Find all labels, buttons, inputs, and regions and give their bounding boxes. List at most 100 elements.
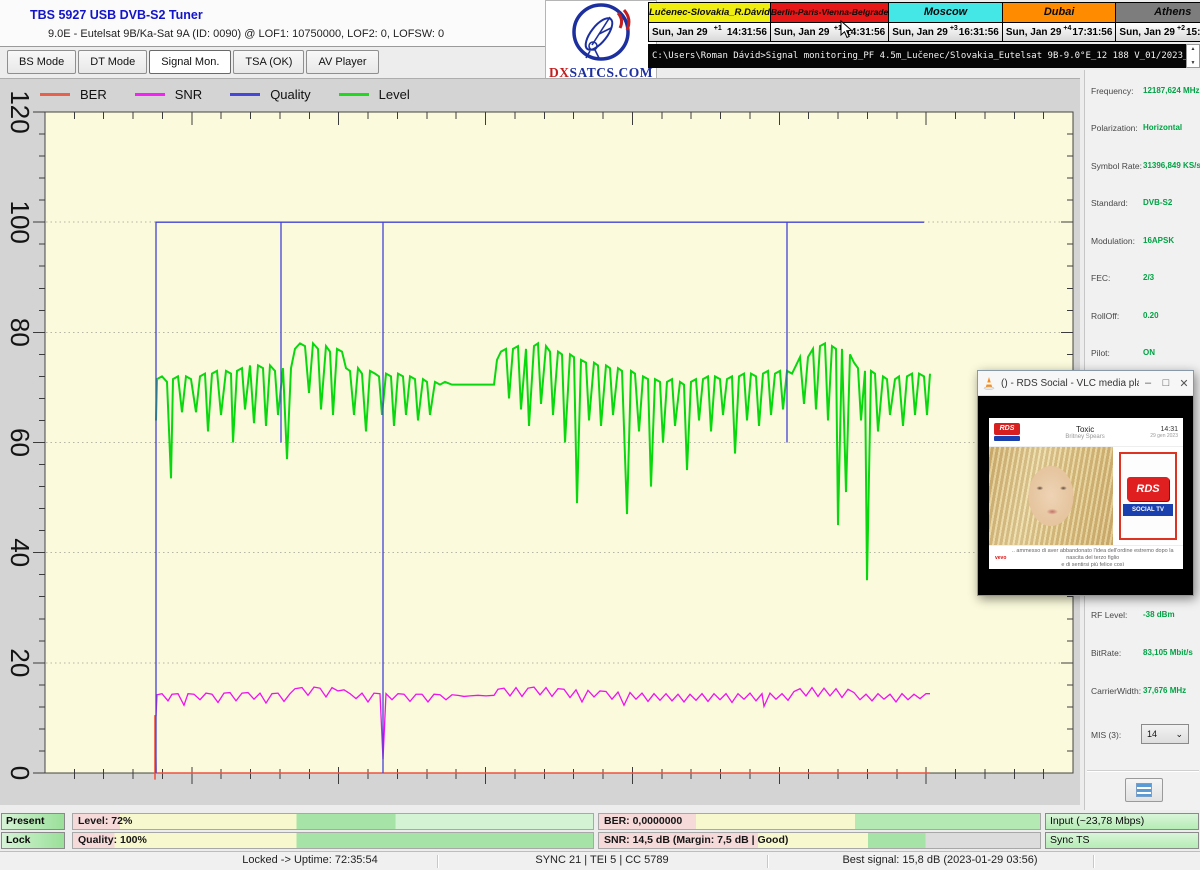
tab-dt-mode[interactable]: DT Mode [78, 50, 147, 74]
close-button[interactable]: ✕ [1175, 377, 1193, 390]
level-gauge: Level: 72% [72, 813, 594, 830]
legend-quality: Quality [230, 87, 310, 102]
clock-city-label: Athens [1116, 3, 1200, 23]
param-value: ON [1143, 348, 1155, 357]
param-value: 31396,849 KS/s [1143, 161, 1200, 170]
gauge-row-1: Present Level: 72% BER: 0,0000000 Input … [0, 813, 1200, 830]
level-line-swatch [339, 93, 369, 96]
clock-date: Sun, Jan 29 [1119, 27, 1175, 38]
best-signal-status: Best signal: 15,8 dB (2023-01-29 03:56) [842, 854, 1037, 866]
present-indicator: Present [1, 813, 65, 830]
song-title: Toxic [1020, 425, 1150, 434]
minimize-button[interactable]: – [1139, 377, 1157, 389]
chart-legend: BER SNR Quality Level [40, 82, 438, 106]
param-label: Modulation: [1091, 236, 1135, 246]
tab-av-player[interactable]: AV Player [306, 50, 378, 74]
svg-text:40: 40 [5, 538, 35, 567]
satellite-dish-icon [566, 1, 636, 63]
sync-ts-indicator: Sync TS [1045, 832, 1199, 849]
tab-tsa[interactable]: TSA (OK) [233, 50, 304, 74]
lock-indicator: Lock [1, 832, 65, 849]
param-label: CarrierWidth: [1091, 686, 1141, 696]
rds-social-tv-logo: RDS SOCIAL TV [1119, 452, 1177, 540]
param-value: -38 dBm [1143, 610, 1175, 619]
clock-berlin: Berlin-Paris-Vienna-Belgrade Sun, Jan 29… [770, 2, 889, 42]
clock-athens: Athens Sun, Jan 29+215:31:56 [1115, 2, 1200, 42]
clock-utc-offset: +3 [950, 25, 958, 32]
app-window: TBS 5927 USB DVB-S2 Tuner 9.0E - Eutelsa… [0, 0, 1200, 870]
clock-lucenec: Lučenec-Slovakia_R.Dávid Sun, Jan 29+114… [648, 2, 771, 42]
param-label: RollOff: [1091, 311, 1119, 321]
stream-list-button[interactable] [1125, 778, 1163, 802]
clock-utc-offset: +4 [1063, 25, 1071, 32]
param-label: Frequency: [1091, 86, 1134, 96]
snr-gauge: SNR: 14,5 dB (Margin: 7,5 dB | Good) [598, 832, 1041, 849]
input-rate-indicator: Input (~23,78 Mbps) [1045, 813, 1199, 830]
param-label: Standard: [1091, 198, 1128, 208]
video-date: 29 gen 2023 [1150, 433, 1178, 439]
clock-time: 17:31:56 [1072, 27, 1112, 38]
clock-dubai: Dubai Sun, Jan 29+417:31:56 [1002, 2, 1117, 42]
tab-bs-mode[interactable]: BS Mode [7, 50, 76, 74]
tab-signal-mon[interactable]: Signal Mon. [149, 50, 231, 74]
chevron-down-icon: ⌄ [1175, 729, 1183, 740]
quality-line-swatch [230, 93, 260, 96]
svg-text:80: 80 [5, 318, 35, 347]
music-video-still [989, 447, 1113, 545]
param-label: BitRate: [1091, 648, 1121, 658]
mode-tabs: BS Mode DT Mode Signal Mon. TSA (OK) AV … [7, 50, 379, 74]
param-label: Polarization: [1091, 123, 1138, 133]
param-value: 16APSK [1143, 236, 1174, 245]
clock-time: 15:31:56 [1186, 27, 1200, 38]
rds-channel-logo: RDS [994, 423, 1020, 441]
param-label: RF Level: [1091, 610, 1127, 620]
vlc-window-title: () - RDS Social - VLC media player [1001, 378, 1139, 389]
maximize-button[interactable]: □ [1157, 377, 1175, 389]
app-title: TBS 5927 USB DVB-S2 Tuner [30, 8, 203, 22]
vlc-video-frame[interactable]: RDS Toxic Britney Spears 14:31 29 gen 20… [989, 418, 1183, 569]
console-scrollbar[interactable]: ▲ ▼ [1186, 44, 1200, 68]
vlc-cone-icon [982, 376, 996, 390]
video-caption: vevo .. ammesso di aver abbandonato l'id… [989, 545, 1183, 570]
panel-separator [1087, 770, 1199, 771]
param-label: FEC: [1091, 273, 1110, 283]
param-value: 83,105 Mbit/s [1143, 648, 1193, 657]
param-value: 2/3 [1143, 273, 1154, 282]
console-prompt[interactable]: C:\Users\Roman Dávid>Signal monitoring_P… [648, 44, 1186, 68]
song-artist: Britney Spears [1020, 434, 1150, 440]
caption-line1: .. ammesso di aver abbandonato l'idea de… [1010, 548, 1175, 562]
world-clocks: Lučenec-Slovakia_R.Dávid Sun, Jan 29+114… [648, 2, 1200, 42]
legend-ber: BER [40, 87, 107, 102]
clock-date: Sun, Jan 29 [892, 27, 948, 38]
param-value: 0.20 [1143, 311, 1159, 320]
param-value: DVB-S2 [1143, 198, 1172, 207]
clock-time: 16:31:56 [959, 27, 999, 38]
ber-gauge: BER: 0,0000000 [598, 813, 1041, 830]
scroll-up-icon[interactable]: ▲ [1191, 46, 1196, 52]
clock-utc-offset: +2 [1177, 25, 1185, 32]
gauge-row-2: Lock Quality: 100% SNR: 14,5 dB (Margin:… [0, 832, 1200, 849]
video-header: RDS Toxic Britney Spears 14:31 29 gen 20… [989, 418, 1183, 447]
ber-line-swatch [40, 93, 70, 96]
legend-snr: SNR [135, 87, 202, 102]
header-divider [0, 46, 545, 47]
tuner-subtitle: 9.0E - Eutelsat 9B/Ka-Sat 9A (ID: 0090) … [48, 28, 444, 40]
statusbar-separator [437, 855, 438, 868]
signal-chart: BER SNR Quality Level 020406080100120 [0, 78, 1080, 805]
clock-date: Sun, Jan 29 [1006, 27, 1062, 38]
list-icon [1136, 783, 1152, 797]
scroll-down-icon[interactable]: ▼ [1191, 60, 1196, 66]
svg-text:0: 0 [5, 766, 35, 780]
clock-moscow: Moscow Sun, Jan 29+316:31:56 [888, 2, 1003, 42]
clock-city-label: Berlin-Paris-Vienna-Belgrade [771, 3, 888, 23]
clock-city-label: Moscow [889, 3, 1002, 23]
mis-dropdown[interactable]: 14⌄ [1141, 724, 1189, 744]
param-label: Pilot: [1091, 348, 1110, 358]
chart-plot-area: 020406080100120 [0, 79, 1080, 805]
vlc-titlebar[interactable]: () - RDS Social - VLC media player – □ ✕ [978, 371, 1193, 396]
caption-line2: e di sentirsi più felice così [1010, 562, 1175, 569]
uptime-status: Locked -> Uptime: 72:35:54 [242, 854, 377, 866]
svg-text:100: 100 [5, 200, 35, 243]
param-value: 37,676 MHz [1143, 686, 1186, 695]
mouse-cursor [840, 20, 853, 39]
